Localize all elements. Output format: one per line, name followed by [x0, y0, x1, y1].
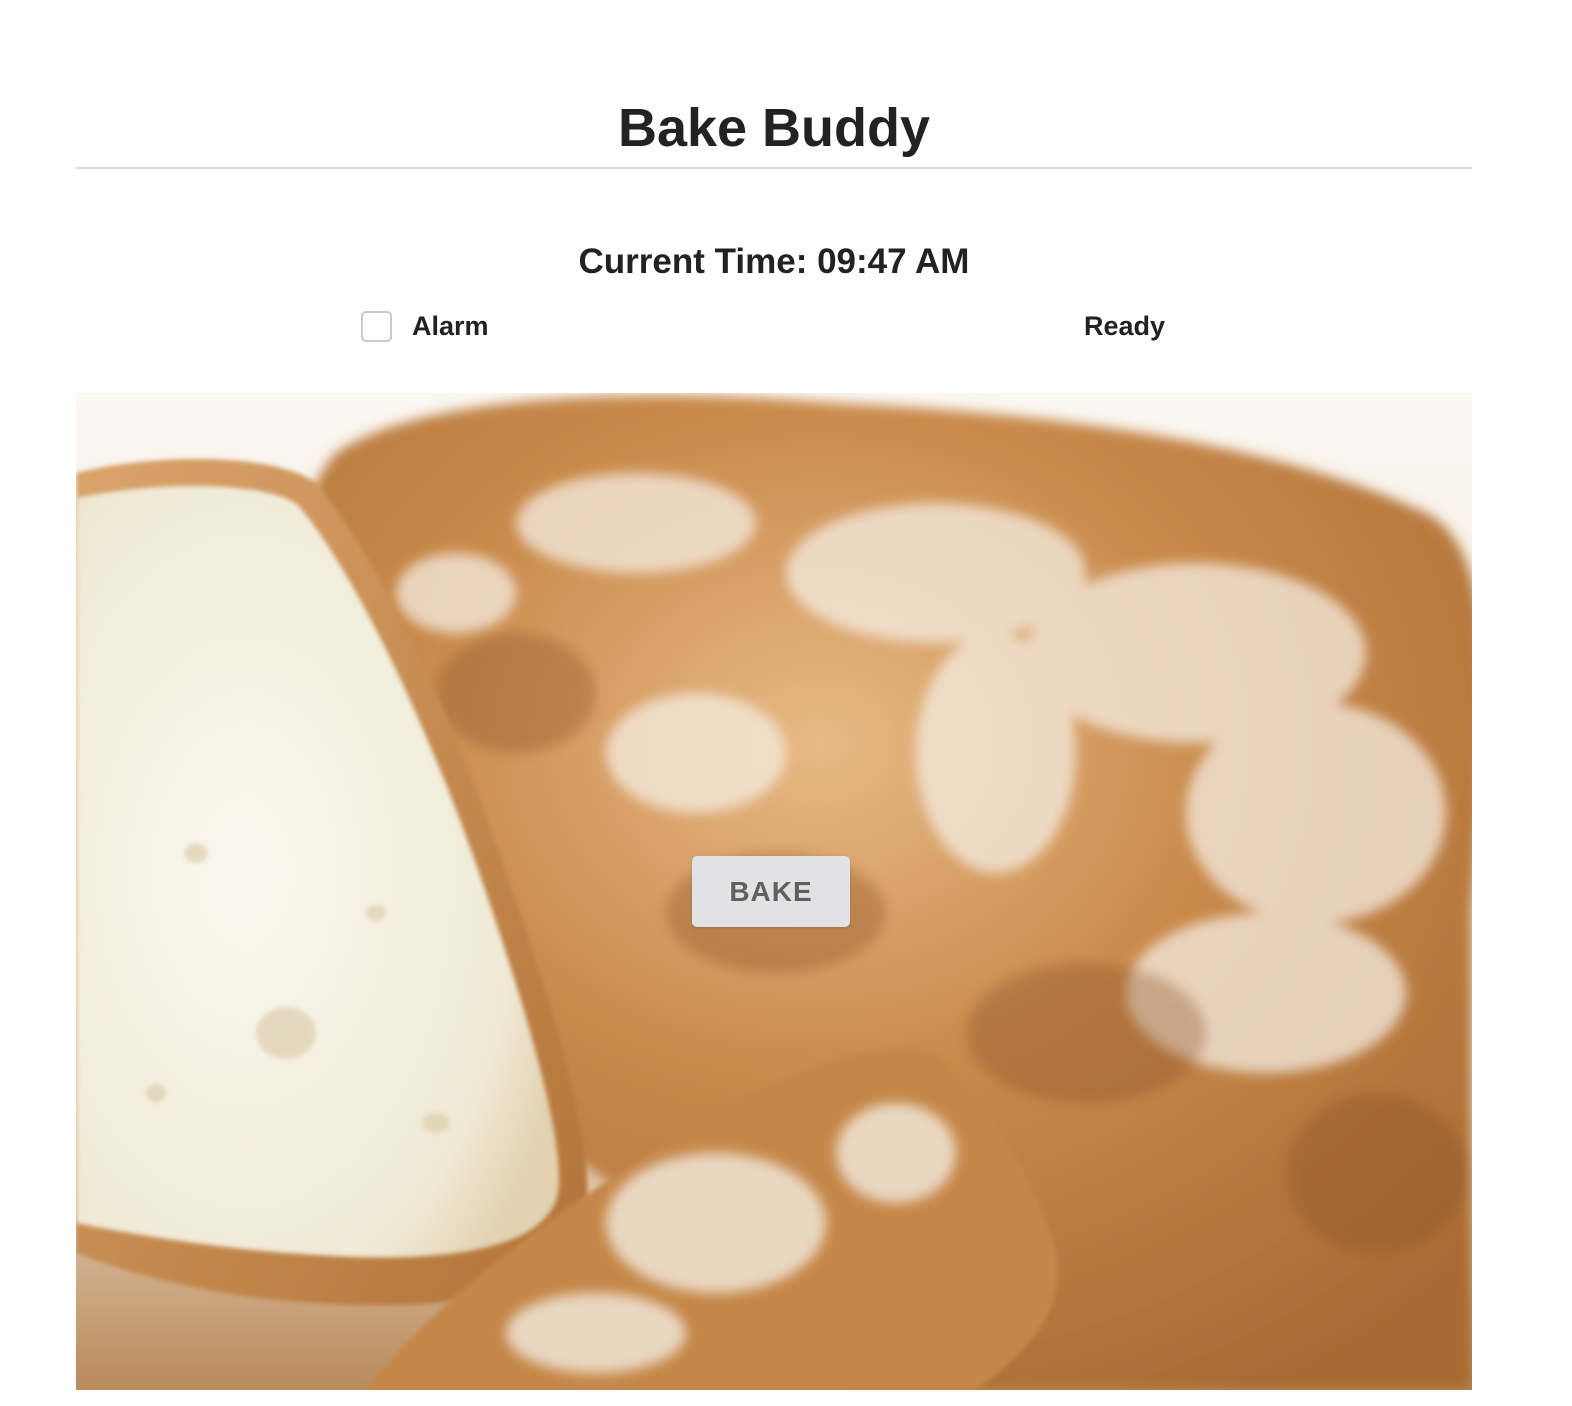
status-text: Ready: [1084, 311, 1166, 341]
current-time-display: Current Time: 09:47 AM: [578, 242, 970, 281]
app-title: Bake Buddy: [617, 98, 931, 158]
bake-button[interactable]: BAKE: [692, 856, 850, 927]
alarm-toggle[interactable]: Alarm: [361, 309, 489, 343]
alarm-checkbox[interactable]: [361, 310, 392, 342]
alarm-label: Alarm: [412, 310, 489, 341]
header: Bake Buddy: [76, 0, 1472, 169]
app-page: Bake Buddy Current Time: 09:47 AM Alarm …: [0, 0, 1572, 1406]
